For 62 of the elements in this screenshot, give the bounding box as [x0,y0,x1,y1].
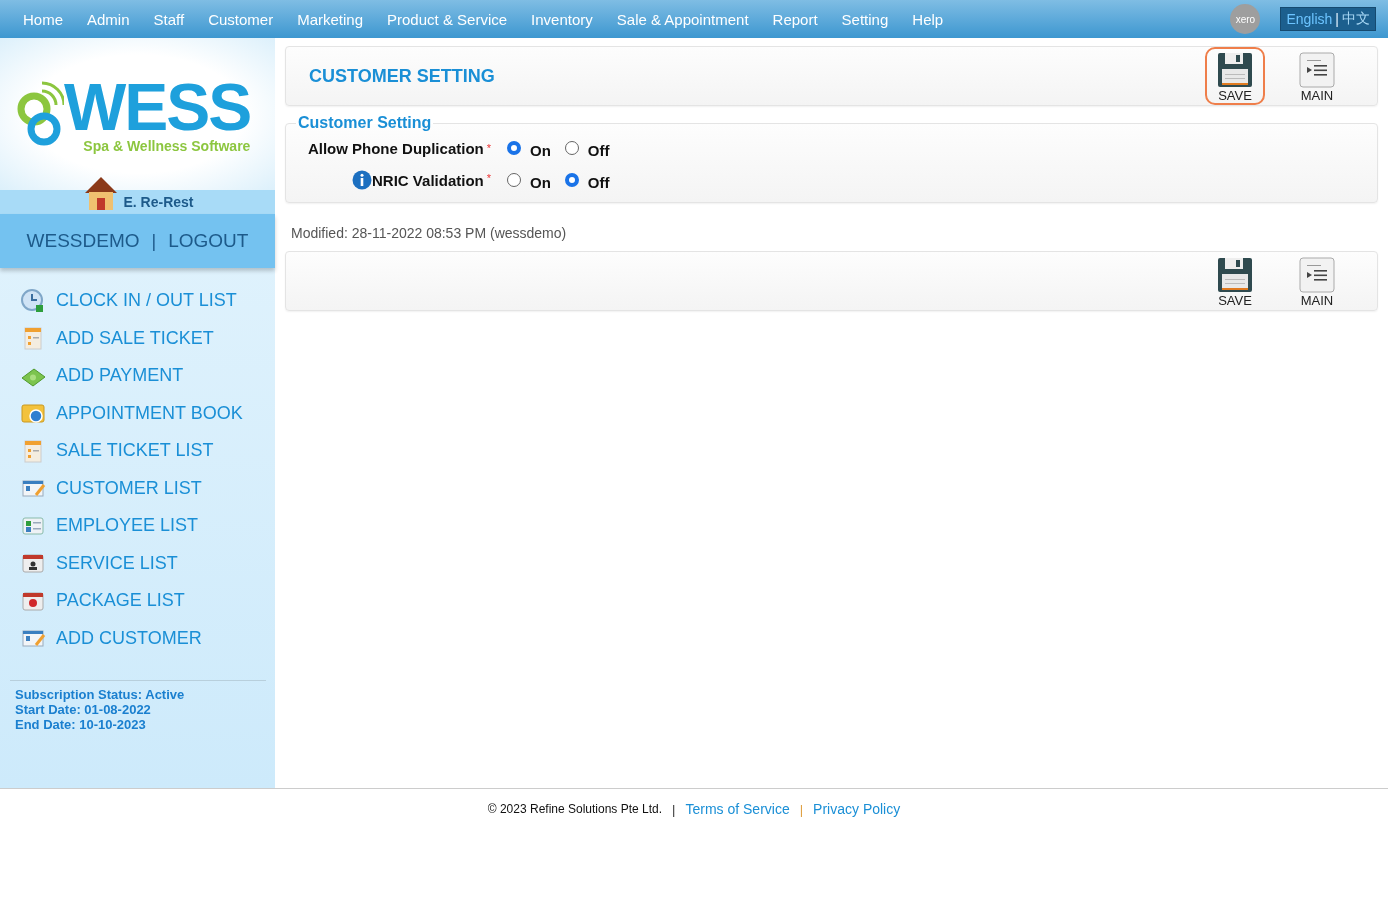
list-icon [1299,52,1335,88]
sidebar-menu-link[interactable]: APPOINTMENT BOOK [56,402,243,424]
field-label: NRIC Validation [372,171,484,189]
main-button[interactable]: MAIN [1287,252,1347,310]
logout-link[interactable]: LOGOUT [168,230,249,252]
outlet-name: E. Re-Rest [123,194,194,210]
separator-text: | [151,230,157,252]
clock-icon [20,287,46,314]
sidebar-menu-link[interactable]: EMPLOYEE LIST [56,515,199,537]
privacy-link[interactable]: Privacy Policy [813,801,901,817]
nav-link[interactable]: Sale & Appointment [616,10,749,28]
sidebar-menu-link[interactable]: ADD SALE TICKET [56,327,214,349]
nav-link[interactable]: Marketing [297,10,364,28]
save-button[interactable]: SAVE [1205,47,1265,105]
subscription-info-text: End Date: 10-10-2023 [15,717,147,732]
xero-badge[interactable]: xero [1230,4,1261,34]
radio-label: On [530,173,551,191]
radio-button[interactable] [564,141,579,155]
required-mark: * [486,172,491,184]
page-title: CUSTOMER SETTING [309,65,495,87]
sidebar-menu-link[interactable]: CLOCK IN / OUT LIST [56,290,237,312]
logo-tagline: Spa & Wellness Software [83,138,251,154]
field-label: Allow Phone Duplication [307,139,484,157]
info-icon [352,170,373,190]
radio-button[interactable] [564,173,579,187]
nav-link[interactable]: Home [23,10,63,28]
main-button[interactable]: MAIN [1287,47,1347,105]
nav-link[interactable]: Product & Service [387,10,508,28]
sidebar-menu-link[interactable]: ADD PAYMENT [56,365,184,387]
sidebar-menu-link[interactable]: ADD CUSTOMER [56,627,202,649]
subscription-info-text: Start Date: 01-08-2022 [15,702,152,717]
radio-button[interactable] [507,141,521,155]
nav-link[interactable]: Setting [841,10,889,28]
nav-link[interactable]: Customer [208,10,274,28]
radio-label: On [530,141,551,159]
list-icon [1299,257,1335,293]
sidebar-menu-link[interactable]: PACKAGE LIST [56,590,185,612]
section-title: Customer Setting [297,114,433,132]
radio-label: Off [587,141,610,159]
radio-button[interactable] [507,173,521,187]
terms-link[interactable]: Terms of Service [685,801,790,817]
subscription-info-text: Subscription Status: Active [15,687,186,702]
username-link[interactable]: WESSDEMO [26,230,140,252]
sidebar-menu-link[interactable]: SALE TICKET LIST [56,440,214,462]
nav-link[interactable]: Staff [153,10,185,28]
nav-link[interactable]: Report [772,10,818,28]
separator-text: | [1335,11,1339,27]
radio-label: Off [587,173,610,191]
language-option[interactable]: English [1286,11,1333,27]
copyright-text: © 2023 Refine Solutions Pte Ltd. [487,802,663,816]
separator-text: | [672,801,676,817]
sidebar-menu-link[interactable]: SERVICE LIST [56,552,178,574]
logo-wordmark: WESS [64,74,251,140]
nav-link[interactable]: Help [912,10,944,28]
required-mark: * [486,141,491,154]
nav-link[interactable]: Admin [87,10,130,28]
sidebar-menu-link[interactable]: CUSTOMER LIST [56,477,202,499]
separator-text: | [799,801,804,817]
nav-link[interactable]: Inventory [531,10,593,28]
modified-info-text: Modified: 28-11-2022 08:53 PM (wessdemo) [291,225,568,241]
language-option[interactable]: 中文 [1342,10,1370,28]
save-button[interactable]: SAVE [1205,252,1265,310]
